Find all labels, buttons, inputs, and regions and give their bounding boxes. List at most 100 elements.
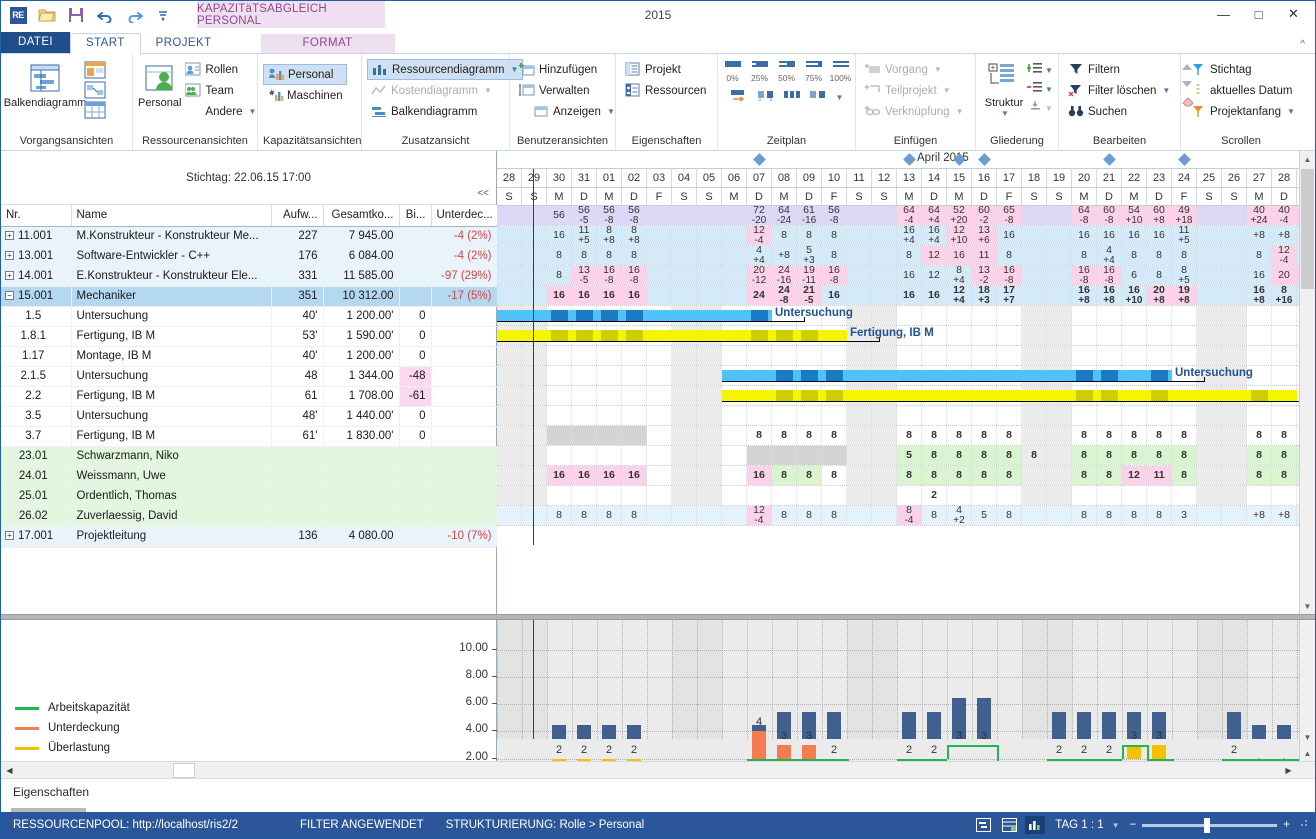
col-aufwand[interactable]: Aufw... [271, 205, 324, 227]
tab-start[interactable]: START [70, 33, 141, 54]
table-row[interactable]: 2.2 Fertigung, IB M 61 1 708.00 -61 [1, 386, 498, 407]
table-row[interactable]: +14.001 E.Konstrukteur - Konstrukteur Ele… [1, 266, 498, 287]
verknuepfung-button[interactable]: Verknüpfung ▼ [861, 101, 968, 122]
table-view-icon[interactable] [84, 101, 106, 119]
table-row[interactable]: 1.17 Montage, IB M 40' 1 200.00' 0 [1, 346, 498, 367]
hscroll-left-icon[interactable]: ◀ [1, 762, 18, 778]
gantt-scroll-area[interactable]: April 2015 28 29 30 31 01 02 03 04 05 06 07 08 09 10 1… [497, 151, 1299, 614]
indent-minus-icon[interactable] [1027, 81, 1043, 97]
table-row[interactable]: 3.7 Fertigung, IB M 61' 1 830.00' 0 [1, 426, 498, 447]
row-expand-toggle[interactable]: + [5, 231, 14, 241]
vorgang-einfuegen-button[interactable]: Vorgang ▼ [861, 59, 968, 80]
close-button[interactable]: ✕ [1276, 3, 1311, 25]
tab-format[interactable]: FORMAT [260, 34, 395, 53]
table-row[interactable]: 25.01 Ordentlich, Thomas [1, 486, 498, 507]
anzeigen-button[interactable]: Anzeigen ▼ [515, 101, 619, 122]
col-unterdeckung[interactable]: Unterdec... [431, 205, 498, 227]
ribbon-collapse-button[interactable]: ^ [1300, 39, 1305, 50]
chart-bar[interactable]: 2 [1052, 620, 1066, 756]
chart-scroll-up-icon[interactable]: ▲ [1300, 745, 1315, 761]
struktur-button[interactable]: + Struktur ▼ [981, 59, 1027, 118]
scroll-down-arrow-icon[interactable]: ▼ [1300, 598, 1315, 614]
chevron-down-icon[interactable]: ▼ [1045, 66, 1053, 75]
row-expand-toggle[interactable]: + [5, 531, 14, 541]
resource-graph-icon[interactable] [84, 61, 106, 79]
chevron-down-icon[interactable]: ▼ [943, 86, 951, 95]
col-name[interactable]: Name [71, 205, 272, 227]
scroll-up-arrow-icon[interactable]: ▲ [1300, 151, 1315, 167]
hinzufuegen-button[interactable]: Hinzufügen [515, 59, 619, 80]
chevron-down-icon[interactable]: ▼ [934, 65, 942, 74]
table-row[interactable]: 3.5 Untersuchung 48' 1 440.00' 0 [1, 406, 498, 427]
row-expand-toggle[interactable]: + [5, 271, 14, 281]
row-expand-toggle[interactable]: − [5, 291, 14, 301]
gantt-bar[interactable] [722, 390, 1297, 401]
properties-label[interactable]: Eigenschaften [13, 785, 89, 799]
chart-bar[interactable]: 2 [1227, 620, 1241, 756]
horizontal-scroll-thumb[interactable] [173, 763, 195, 778]
chart-bar[interactable]: 2 [927, 620, 941, 756]
gantt-bar[interactable] [497, 310, 772, 321]
chart-bar[interactable]: 3 [1152, 620, 1166, 759]
collapse-icon[interactable] [1027, 100, 1043, 116]
chevron-down-icon[interactable]: ▼ [607, 107, 615, 116]
aktuelles-datum-button[interactable]: aktuelles Datum [1186, 80, 1299, 101]
zoom-dropdown-icon[interactable]: ▼ [1112, 821, 1120, 830]
table-row[interactable]: +11.001 M.Konstrukteur - Konstrukteur Me.… [1, 226, 498, 247]
progress-25-button[interactable]: 25% [748, 59, 772, 83]
table-row[interactable]: +17.001 Projektleitung 136 4 080.00 -10 (7%) [1, 526, 498, 547]
minimize-button[interactable]: — [1206, 3, 1241, 25]
suchen-button[interactable]: Suchen [1064, 101, 1174, 122]
table-row[interactable]: 1.8.1 Fertigung, IB M 53' 1 590.00' 0 [1, 326, 498, 347]
horizontal-scrollbar[interactable]: ◀ ▶ [1, 761, 1315, 778]
teilprojekt-einfuegen-button[interactable]: Teilprojekt ▼ [861, 80, 968, 101]
zoom-slider[interactable] [1142, 817, 1278, 833]
progress-75-button[interactable]: 75% [802, 59, 826, 83]
chart-scroll-down-icon[interactable]: ▼ [1300, 729, 1315, 745]
network-diagram-icon[interactable] [84, 81, 106, 99]
col-bilanz[interactable]: Bi... [399, 205, 432, 227]
kapazitaet-personal-button[interactable]: Personal [263, 64, 347, 85]
chevron-down-icon[interactable]: ▼ [1287, 107, 1295, 116]
progress-50-button[interactable]: 50% [775, 59, 799, 83]
table-row[interactable]: 1.5 Untersuchung 40' 1 200.00' 0 [1, 306, 498, 327]
chart-bar[interactable]: 2 [627, 620, 641, 761]
hscroll-right-icon[interactable]: ▶ [1280, 762, 1297, 778]
chart-bar[interactable]: 2 [902, 620, 916, 756]
gantt-bar[interactable] [722, 370, 1172, 381]
verwalten-button[interactable]: Verwalten [515, 80, 619, 101]
chart-bar[interactable]: 3 [1127, 620, 1141, 759]
chart-bar[interactable]: 3 [977, 620, 991, 742]
chevron-down-icon[interactable]: ▼ [836, 93, 844, 102]
maschinen-button[interactable]: Maschinen [263, 85, 347, 106]
stichtag-button[interactable]: Stichtag [1186, 59, 1299, 80]
collapse-columns-button[interactable]: << [477, 188, 489, 199]
progress-100-button[interactable]: 100% [829, 59, 853, 83]
chevron-down-icon[interactable]: ▼ [956, 107, 964, 116]
chart-bar[interactable]: 2 [577, 620, 591, 761]
chart-bar[interactable]: 3 [777, 620, 791, 759]
table-view-icon[interactable] [999, 816, 1019, 834]
level-icon[interactable] [730, 88, 750, 107]
level-center-icon[interactable] [782, 88, 802, 107]
zusatz-balkendiagramm-button[interactable]: Balkendiagramm [367, 101, 523, 122]
chart-bar[interactable]: 2 [1102, 620, 1116, 756]
ressourcen-eigenschaften-button[interactable]: Ressourcen [621, 80, 710, 101]
chart-bar[interactable]: 1 [1252, 620, 1266, 761]
vertical-scroll-thumb[interactable] [1301, 169, 1314, 289]
tab-projekt[interactable]: PROJEKT [141, 34, 227, 53]
chart-bar[interactable]: 2 [827, 620, 841, 756]
level-left-icon[interactable] [756, 88, 776, 107]
filter-loeschen-button[interactable]: Filter löschen ▼ [1064, 80, 1174, 101]
chevron-down-icon[interactable]: ▼ [484, 86, 492, 95]
resize-grip-icon[interactable] [1298, 818, 1309, 832]
rollen-button[interactable]: Rollen [181, 59, 260, 80]
table-row[interactable]: 24.01 Weissmann, Uwe [1, 466, 498, 487]
zoom-in-button[interactable]: + [1283, 819, 1290, 831]
balkendiagramm-button[interactable]: Balkendiagramm [4, 59, 86, 109]
tab-datei[interactable]: DATEI [1, 32, 71, 53]
chevron-down-icon[interactable]: ▼ [249, 107, 257, 116]
table-row[interactable]: +13.001 Software-Entwickler - C++ 176 6 084… [1, 246, 498, 267]
indent-plus-icon[interactable] [1027, 62, 1043, 78]
gantt-bar[interactable] [497, 330, 847, 341]
